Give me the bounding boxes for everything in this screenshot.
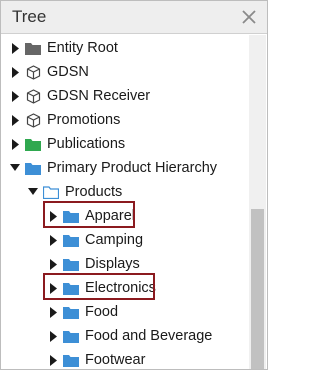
expand-arrow-icon[interactable] [9, 42, 21, 54]
expand-arrow-icon[interactable] [9, 66, 21, 78]
expand-arrow-icon[interactable] [9, 114, 21, 126]
tree-item-label: Food and Beverage [85, 328, 213, 344]
tree-item-label: Products [65, 184, 123, 200]
tree-item-camping[interactable]: Camping [1, 228, 249, 252]
tree-item-food[interactable]: Food [1, 300, 249, 324]
collapse-arrow-icon[interactable] [9, 162, 21, 174]
folder-icon [25, 41, 41, 55]
expand-arrow-icon[interactable] [47, 354, 59, 366]
tree-item-food-and-beverage[interactable]: Food and Beverage [1, 324, 249, 348]
expand-arrow-icon[interactable] [47, 234, 59, 246]
tree-view: Entity Root GDSN GDSN Receiver Promotion… [1, 35, 249, 369]
cube-icon [25, 88, 41, 104]
tree-item-entity-root[interactable]: Entity Root [1, 36, 249, 60]
scrollbar-thumb[interactable] [251, 209, 264, 369]
tree-item-label: Publications [47, 136, 126, 152]
folder-icon [25, 161, 41, 175]
collapse-arrow-icon[interactable] [27, 186, 39, 198]
folder-icon [25, 137, 41, 151]
tree-item-label: Promotions [47, 112, 121, 128]
tree-item-apparel[interactable]: Apparel [1, 204, 249, 228]
tree-item-primary-product-hierarchy[interactable]: Primary Product Hierarchy [1, 156, 249, 180]
tree-item-label: GDSN Receiver [47, 88, 151, 104]
expand-arrow-icon[interactable] [9, 90, 21, 102]
tree-item-publications[interactable]: Publications [1, 132, 249, 156]
tree-item-gdsn-receiver[interactable]: GDSN Receiver [1, 84, 249, 108]
tree-item-label: Primary Product Hierarchy [47, 160, 218, 176]
tree-item-label: Electronics [85, 280, 156, 296]
folder-icon [63, 233, 79, 247]
cube-icon [25, 112, 41, 128]
tree-item-label: GDSN [47, 64, 89, 80]
panel-title: Tree [12, 7, 47, 26]
tree-item-label: Apparel [85, 208, 135, 224]
folder-icon [63, 257, 79, 271]
expand-arrow-icon[interactable] [47, 282, 59, 294]
folder-icon [63, 281, 79, 295]
expand-arrow-icon[interactable] [47, 258, 59, 270]
tree-item-label: Food [85, 304, 119, 320]
tree-item-electronics[interactable]: Electronics [1, 276, 249, 300]
tree-item-displays[interactable]: Displays [1, 252, 249, 276]
panel-header: Tree [1, 1, 267, 34]
folder-icon [63, 305, 79, 319]
folder-icon [43, 185, 59, 199]
tree-item-label: Footwear [85, 352, 146, 368]
tree-item-gdsn[interactable]: GDSN [1, 60, 249, 84]
expand-arrow-icon[interactable] [47, 330, 59, 342]
folder-icon [63, 209, 79, 223]
tree-item-label: Camping [85, 232, 144, 248]
tree-item-label: Entity Root [47, 40, 118, 56]
expand-arrow-icon[interactable] [47, 210, 59, 222]
folder-icon [63, 353, 79, 367]
close-icon[interactable] [241, 9, 257, 25]
cube-icon [25, 64, 41, 80]
folder-icon [63, 329, 79, 343]
tree-item-products[interactable]: Products [1, 180, 249, 204]
tree-item-footwear[interactable]: Footwear [1, 348, 249, 369]
tree-panel: Tree Entity Root GDSN GDSN Receiver Prom… [0, 0, 268, 370]
vertical-scrollbar[interactable] [249, 35, 266, 369]
expand-arrow-icon[interactable] [47, 306, 59, 318]
expand-arrow-icon[interactable] [9, 138, 21, 150]
tree-item-label: Displays [85, 256, 140, 272]
tree-item-promotions[interactable]: Promotions [1, 108, 249, 132]
